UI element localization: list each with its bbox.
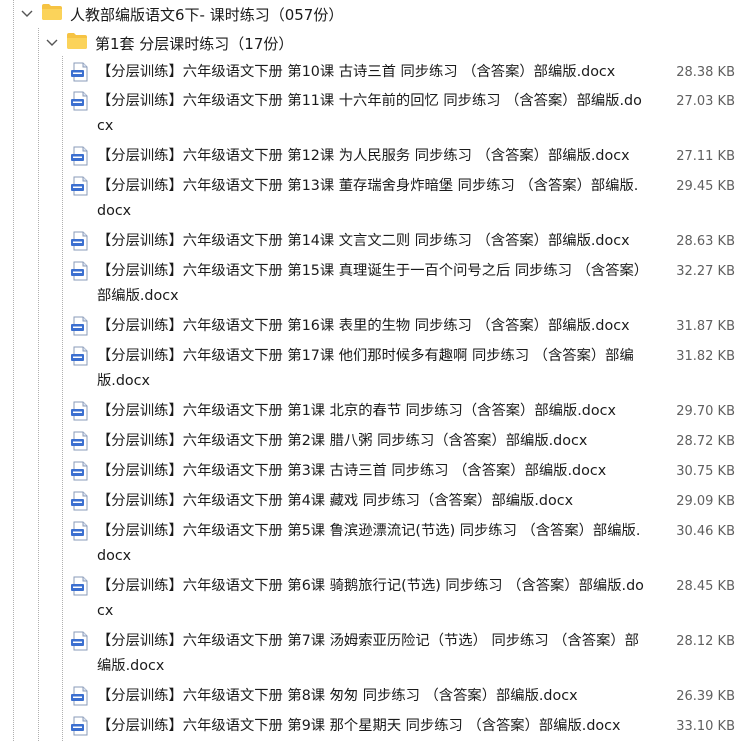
file-size: 29.45 KB <box>676 179 735 194</box>
file-size: 27.03 KB <box>676 94 735 109</box>
file-size: 28.45 KB <box>676 579 735 594</box>
file-size: 28.63 KB <box>676 234 735 249</box>
docx-file-icon <box>70 431 90 455</box>
docx-file-icon <box>70 316 90 340</box>
file-size: 29.70 KB <box>676 404 735 419</box>
file-name[interactable]: 【分层训练】六年级语文下册 第3课 古诗三首 同步练习 （含答案）部编版.doc… <box>97 459 645 484</box>
file-size: 30.75 KB <box>676 464 735 479</box>
docx-file-icon <box>70 62 90 86</box>
docx-file-icon <box>70 576 90 600</box>
file-name[interactable]: 【分层训练】六年级语文下册 第4课 藏戏 同步练习（含答案）部编版.docx <box>97 489 645 514</box>
file-name[interactable]: 【分层训练】六年级语文下册 第16课 表里的生物 同步练习 （含答案）部编版.d… <box>97 314 645 339</box>
file-size: 30.46 KB <box>676 524 735 539</box>
docx-file-icon <box>70 261 90 285</box>
file-name[interactable]: 【分层训练】六年级语文下册 第12课 为人民服务 同步练习 （含答案）部编版.d… <box>97 144 645 169</box>
file-name[interactable]: 【分层训练】六年级语文下册 第8课 匆匆 同步练习 （含答案）部编版.docx <box>97 684 645 709</box>
file-size: 26.39 KB <box>676 689 735 704</box>
tree-node-root[interactable]: 人教部编版语文6下- 课时练习（057份） <box>20 0 343 28</box>
tree-guide-line <box>13 0 14 741</box>
file-size: 27.11 KB <box>676 149 735 164</box>
tree-guide-line <box>62 56 63 741</box>
tree-node-subfolder[interactable]: 第1套 分层课时练习（17份） <box>45 29 293 57</box>
folder-icon <box>42 4 62 24</box>
file-size: 31.87 KB <box>676 319 735 334</box>
docx-file-icon <box>70 686 90 710</box>
subfolder-label: 第1套 分层课时练习（17份） <box>95 34 294 53</box>
file-name[interactable]: 【分层训练】六年级语文下册 第1课 北京的春节 同步练习（含答案）部编版.doc… <box>97 399 645 424</box>
docx-file-icon <box>70 146 90 170</box>
file-name[interactable]: 【分层训练】六年级语文下册 第6课 骑鹅旅行记(节选) 同步练习 （含答案）部编… <box>97 574 645 624</box>
docx-file-icon <box>70 461 90 485</box>
file-name[interactable]: 【分层训练】六年级语文下册 第9课 那个星期天 同步练习 （含答案）部编版.do… <box>97 714 645 739</box>
docx-file-icon <box>70 231 90 255</box>
docx-file-icon <box>70 631 90 655</box>
file-name[interactable]: 【分层训练】六年级语文下册 第2课 腊八粥 同步练习（含答案）部编版.docx <box>97 429 645 454</box>
docx-file-icon <box>70 521 90 545</box>
file-name[interactable]: 【分层训练】六年级语文下册 第11课 十六年前的回忆 同步练习 （含答案）部编版… <box>97 89 645 139</box>
file-name[interactable]: 【分层训练】六年级语文下册 第7课 汤姆索亚历险记（节选） 同步练习 （含答案）… <box>97 629 645 679</box>
docx-file-icon <box>70 346 90 370</box>
file-size: 28.12 KB <box>676 634 735 649</box>
chevron-down-icon[interactable] <box>20 7 34 21</box>
docx-file-icon <box>70 176 90 200</box>
file-size: 33.10 KB <box>676 719 735 734</box>
docx-file-icon <box>70 716 90 740</box>
file-size: 28.38 KB <box>676 65 735 80</box>
docx-file-icon <box>70 491 90 515</box>
file-size: 28.72 KB <box>676 434 735 449</box>
file-name[interactable]: 【分层训练】六年级语文下册 第10课 古诗三首 同步练习 （含答案）部编版.do… <box>97 60 645 85</box>
file-name[interactable]: 【分层训练】六年级语文下册 第13课 董存瑞舍身炸暗堡 同步练习 （含答案）部编… <box>97 174 645 224</box>
file-name[interactable]: 【分层训练】六年级语文下册 第14课 文言文二则 同步练习 （含答案）部编版.d… <box>97 229 645 254</box>
chevron-down-icon[interactable] <box>45 36 59 50</box>
file-name[interactable]: 【分层训练】六年级语文下册 第17课 他们那时候多有趣啊 同步练习 （含答案）部… <box>97 344 645 394</box>
docx-file-icon <box>70 91 90 115</box>
root-folder-label: 人教部编版语文6下- 课时练习（057份） <box>70 5 344 24</box>
file-size: 32.27 KB <box>676 264 735 279</box>
tree-guide-line <box>38 28 39 741</box>
file-name[interactable]: 【分层训练】六年级语文下册 第5课 鲁滨逊漂流记(节选) 同步练习 （含答案）部… <box>97 519 645 569</box>
folder-icon <box>67 33 87 53</box>
file-name[interactable]: 【分层训练】六年级语文下册 第15课 真理诞生于一百个问号之后 同步练习 （含答… <box>97 259 645 309</box>
file-size: 31.82 KB <box>676 349 735 364</box>
file-size: 29.09 KB <box>676 494 735 509</box>
docx-file-icon <box>70 401 90 425</box>
